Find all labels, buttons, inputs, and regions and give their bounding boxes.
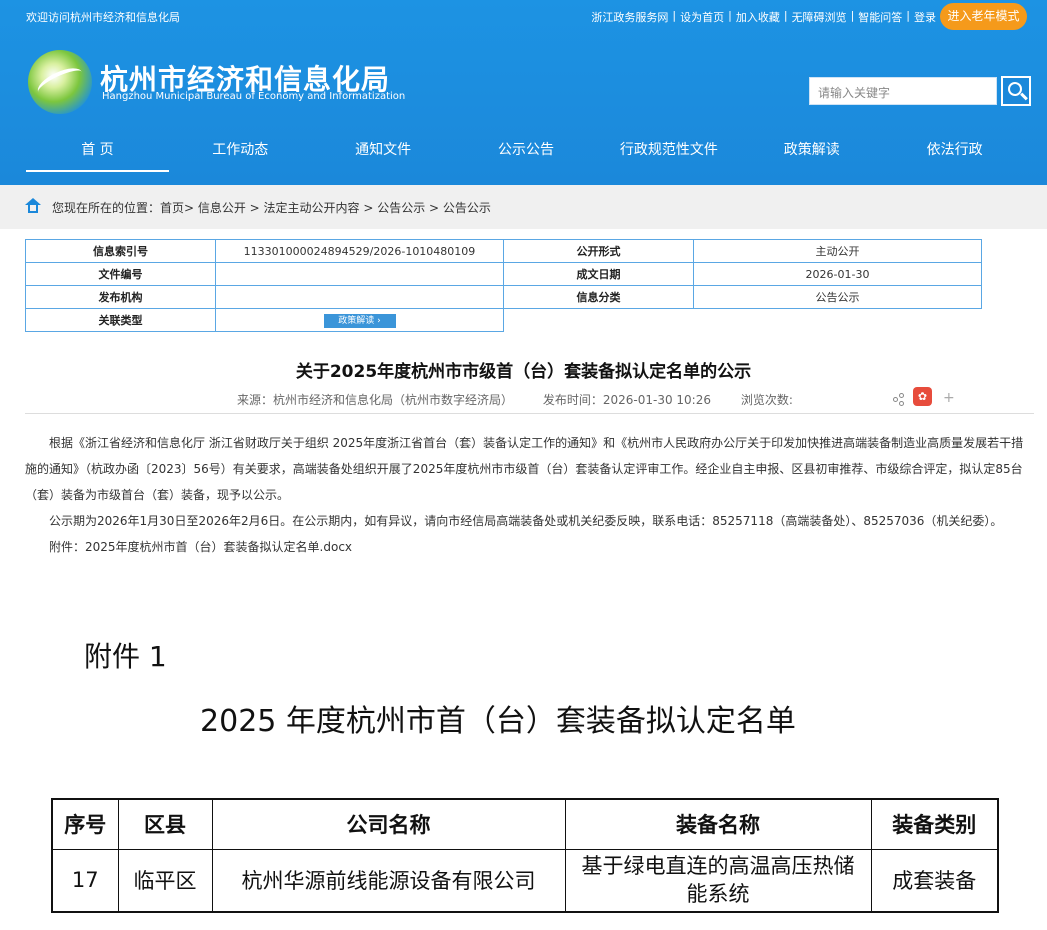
top-links: 浙江政务服务网 | 设为首页 | 加入收藏 | 无障碍浏览 | 智能问答 | 登录 [591,9,936,25]
elder-mode-button[interactable]: 进入老年模式 [940,3,1027,30]
table-header: 区县 [117,798,213,850]
info-label: 关联类型 [25,308,216,332]
link-smart-qa[interactable]: 智能问答 [858,9,902,25]
article-views: 浏览次数: [740,393,793,407]
list-table: 序号 区县 公司名称 装备名称 装备类别 17 临平区 杭州华源前线能源设备有限… [51,798,999,913]
article-time: 发布时间：2026-01-30 10:26 [542,393,711,407]
nav-normative-docs[interactable]: 行政规范性文件 [597,128,740,172]
paragraph: 公示期为2026年1月30日至2026年2月6日。在公示期内，如有异议，请向市经… [49,514,1003,528]
info-label: 发布机构 [25,285,216,309]
table-cell: 临平区 [117,848,213,913]
article-body: 根据《浙江省经济和信息化厅 浙江省财政厅关于组织 2025年度浙江省首台（套）装… [25,430,1034,560]
share-icon[interactable] [893,393,905,406]
article-source: 来源：杭州市经济和信息化局（杭州市数字经济局） [237,393,514,407]
top-bar: 欢迎访问杭州市经济和信息化局 浙江政务服务网 | 设为首页 | 加入收藏 | 无障碍浏… [0,0,1047,32]
info-value-related: 政策解读 › [215,308,504,332]
table-header-row: 序号 区县 公司名称 装备名称 装备类别 [51,798,999,850]
main-nav: 首 页 工作动态 通知文件 公示公告 行政规范性文件 政策解读 依法行政 [26,128,1026,172]
info-value-index: 113301000024894529/2026-1010480109 [215,239,504,263]
info-table: 信息索引号 113301000024894529/2026-1010480109… [25,239,982,332]
link-add-favorite[interactable]: 加入收藏 [736,9,780,25]
table-cell: 基于绿电直连的高温高压热储能系统 [564,848,872,913]
table-cell: 成套装备 [870,848,999,913]
divider [25,413,1034,414]
table-header: 公司名称 [211,798,566,850]
search-button[interactable] [1001,76,1031,106]
info-label: 公开形式 [503,239,694,263]
article-title: 关于2025年度杭州市市级首（台）套装备拟认定名单的公示 [295,362,752,382]
info-value-category: 公告公示 [693,285,982,309]
info-label: 成文日期 [503,262,694,286]
info-label: 信息索引号 [25,239,216,263]
nav-policy-interpretation[interactable]: 政策解读 [740,128,883,172]
table-header: 装备类别 [870,798,999,850]
link-set-homepage[interactable]: 设为首页 [680,9,724,25]
article-meta: 来源：杭州市经济和信息化局（杭州市数字经济局） 发布时间：2026-01-30 … [237,391,819,408]
info-value-date: 2026-01-30 [693,262,982,286]
table-header: 装备名称 [564,798,872,850]
plus-icon[interactable]: + [943,390,955,406]
breadcrumb[interactable]: 您现在所在的位置：首页> 信息公开 > 法定主动公开内容 > 公告公示 > 公告… [52,199,491,216]
weibo-icon[interactable]: ✿ [913,387,932,406]
table-header: 序号 [51,798,119,850]
site-subtitle: Hangzhou Municipal Bureau of Economy and… [102,91,406,102]
welcome-text: 欢迎访问杭州市经济和信息化局 [26,11,180,24]
info-value-issuer [215,285,504,309]
attachment-label: 附件 1 [84,640,167,673]
paragraph: 根据《浙江省经济和信息化厅 浙江省财政厅关于组织 2025年度浙江省首台（套）装… [25,436,1024,502]
site-header: 欢迎访问杭州市经济和信息化局 浙江政务服务网 | 设为首页 | 加入收藏 | 无障碍浏… [0,0,1047,185]
link-accessibility[interactable]: 无障碍浏览 [792,9,847,25]
nav-notices[interactable]: 通知文件 [312,128,455,172]
home-icon[interactable] [25,198,41,214]
attachment-link[interactable]: 附件：2025年度杭州市首（台）套装备拟认定名单.docx [25,534,1034,560]
nav-announcements[interactable]: 公示公告 [455,128,598,172]
breadcrumb-bar: 您现在所在的位置：首页> 信息公开 > 法定主动公开内容 > 公告公示 > 公告… [0,185,1047,229]
nav-work-news[interactable]: 工作动态 [169,128,312,172]
info-value-open-form: 主动公开 [693,239,982,263]
info-value-doc-no [215,262,504,286]
search-input[interactable]: 请输入关键字 [809,77,997,105]
info-label: 文件编号 [25,262,216,286]
table-cell: 17 [51,848,119,913]
info-label: 信息分类 [503,285,694,309]
table-cell: 杭州华源前线能源设备有限公司 [211,848,566,913]
table-row: 17 临平区 杭州华源前线能源设备有限公司 基于绿电直连的高温高压热储能系统 成… [51,848,999,913]
nav-law-administration[interactable]: 依法行政 [883,128,1026,172]
link-login[interactable]: 登录 [914,9,936,25]
attachment-title: 2025 年度杭州市首（台）套装备拟认定名单 [200,704,796,739]
policy-interpretation-button[interactable]: 政策解读 › [323,313,396,328]
site-logo-icon[interactable] [28,50,92,114]
nav-home[interactable]: 首 页 [26,128,169,172]
link-zhejiang-gov[interactable]: 浙江政务服务网 [591,9,668,25]
